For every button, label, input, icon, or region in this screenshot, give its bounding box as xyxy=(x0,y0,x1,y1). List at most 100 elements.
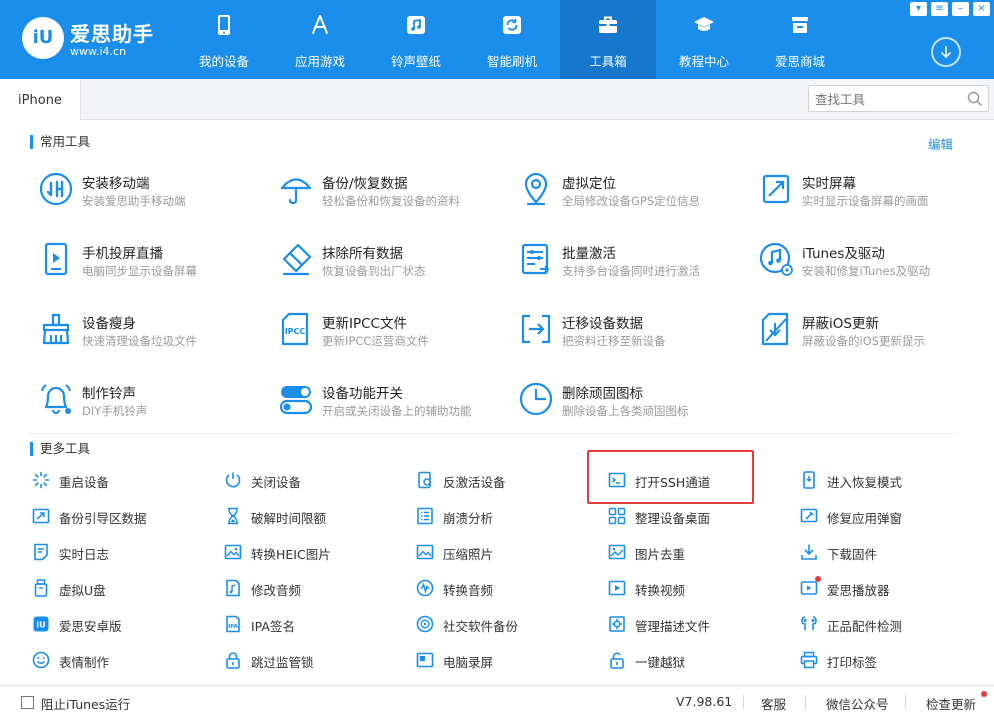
nav-smart-flash[interactable]: 智能刷机 xyxy=(464,0,560,79)
tool-dedupe-images[interactable]: 图片去重 xyxy=(608,540,778,564)
tool-feature-toggle[interactable]: 设备功能开关 开启或关闭设备上的辅助功能 xyxy=(278,376,513,432)
nav-store[interactable]: 爱思商城 xyxy=(752,0,848,79)
app-url: www.i4.cn xyxy=(70,45,127,58)
nav-my-device[interactable]: 我的设备 xyxy=(176,0,272,79)
tool-i4-android[interactable]: iU 爱思安卓版 xyxy=(32,612,202,636)
tool-open-ssh[interactable]: 打开SSH通道 xyxy=(608,468,778,492)
tool-one-click-jailbreak[interactable]: 一键越狱 xyxy=(608,648,778,672)
check-update-link[interactable]: 检查更新 xyxy=(926,694,976,713)
i4-logo-icon: iU xyxy=(33,616,49,632)
tool-crash-analysis[interactable]: 崩溃分析 xyxy=(416,504,586,528)
close-button[interactable]: × xyxy=(973,2,990,16)
photo-icon xyxy=(416,544,434,560)
earphones-icon xyxy=(801,616,817,630)
menu-button[interactable]: ≡ xyxy=(931,2,948,16)
app-logo: iU 爱思助手 www.i4.cn xyxy=(22,15,172,65)
tool-make-ringtone[interactable]: 制作铃声 DIY手机铃声 xyxy=(38,376,273,432)
batch-activate-icon xyxy=(521,243,550,275)
minimize-button[interactable]: – xyxy=(952,2,969,16)
lock-icon xyxy=(226,652,240,669)
main-nav: 我的设备 应用游戏 铃声壁纸 智能刷机 工具箱 教程中心 爱思商城 xyxy=(176,0,848,79)
search-input[interactable] xyxy=(815,89,963,109)
tool-deactivate-device[interactable]: 反激活设备 xyxy=(416,468,586,492)
tool-compress-photos[interactable]: 压缩照片 xyxy=(416,540,586,564)
tool-crack-screen-time[interactable]: 破解时间限额 xyxy=(224,504,394,528)
tool-migrate-data[interactable]: 迁移设备数据 把资料迁移至新设备 xyxy=(518,306,753,362)
profile-gear-icon xyxy=(609,616,625,632)
smile-icon xyxy=(32,651,50,669)
tool-screen-record[interactable]: 电脑录屏 xyxy=(416,648,586,672)
download-icon xyxy=(801,544,817,560)
tool-restart-device[interactable]: 重启设备 xyxy=(32,468,202,492)
wechat-link[interactable]: 微信公众号 xyxy=(826,694,889,713)
tool-convert-heic[interactable]: 转换HEIC图片 xyxy=(224,540,394,564)
tool-edit-audio[interactable]: 修改音频 xyxy=(224,576,394,600)
backup-boot-icon xyxy=(32,508,50,524)
live-screen-icon xyxy=(762,174,790,204)
tool-download-firmware[interactable]: 下载固件 xyxy=(800,540,970,564)
app-store-icon xyxy=(312,15,328,34)
tool-accessory-check[interactable]: 正品配件检测 xyxy=(800,612,970,636)
skin-button[interactable]: ▾ xyxy=(910,2,927,16)
tool-live-log[interactable]: 实时日志 xyxy=(32,540,202,564)
tool-device-cleanup[interactable]: 设备瘦身 快速清理设备垃圾文件 xyxy=(38,306,273,362)
tool-itunes-drivers[interactable]: iTunes及驱动 安装和修复iTunes及驱动 xyxy=(758,236,993,292)
tab-iphone[interactable]: iPhone xyxy=(0,79,81,120)
nav-toolbox[interactable]: 工具箱 xyxy=(560,0,656,79)
power-icon xyxy=(225,472,241,488)
nav-apps-games[interactable]: 应用游戏 xyxy=(272,0,368,79)
block-itunes-checkbox[interactable] xyxy=(21,696,34,709)
update-badge xyxy=(981,691,987,697)
tool-convert-video[interactable]: 转换视频 xyxy=(608,576,778,600)
download-button[interactable] xyxy=(931,37,961,67)
pie-clock-icon xyxy=(519,382,553,416)
tool-install-mobile[interactable]: 安装移动端 安装爱思助手移动端 xyxy=(38,166,273,222)
tool-print-label[interactable]: 打印标签 xyxy=(800,648,970,672)
hourglass-icon xyxy=(228,507,238,525)
tool-organize-desktop[interactable]: 整理设备桌面 xyxy=(608,504,778,528)
edit-link[interactable]: 编辑 xyxy=(928,134,953,153)
tool-manage-profiles[interactable]: 管理描述文件 xyxy=(608,612,778,636)
image-convert-icon xyxy=(224,544,242,560)
tool-social-backup[interactable]: 社交软件备份 xyxy=(416,612,586,636)
tool-convert-audio[interactable]: 转换音频 xyxy=(416,576,586,600)
tool-ipa-signing[interactable]: IPA IPA签名 xyxy=(224,612,394,636)
tool-block-ios-update[interactable]: 屏蔽iOS更新 屏蔽设备的iOS更新提示 xyxy=(758,306,993,362)
log-document-icon xyxy=(34,543,48,561)
repair-icon xyxy=(800,508,818,523)
location-pin-icon xyxy=(524,172,548,206)
tool-screen-mirroring[interactable]: 手机投屏直播 电脑同步显示设备屏幕 xyxy=(38,236,273,292)
arrow-down-icon xyxy=(940,46,952,59)
tool-skip-mdm-lock[interactable]: 跳过监管锁 xyxy=(224,648,394,672)
nav-tutorials[interactable]: 教程中心 xyxy=(656,0,752,79)
tool-fix-app-popup[interactable]: 修复应用弹窗 xyxy=(800,504,970,528)
new-badge xyxy=(815,576,821,582)
tool-remove-stubborn-icons[interactable]: 删除顽固图标 删除设备上各类顽固图标 xyxy=(518,376,753,432)
tool-make-emoji[interactable]: 表情制作 xyxy=(32,648,202,672)
unlock-icon xyxy=(610,652,624,669)
audio-wave-icon xyxy=(416,579,434,597)
tool-batch-activate[interactable]: 批量激活 支持多台设备同时进行激活 xyxy=(518,236,753,292)
svg-text:IPA: IPA xyxy=(228,624,239,630)
tool-update-ipcc[interactable]: IPCC 更新IPCC文件 更新IPCC运营商文件 xyxy=(278,306,513,362)
terminal-icon xyxy=(608,472,626,488)
loading-spinner-icon xyxy=(32,471,50,489)
tool-virtual-location[interactable]: 虚拟定位 全局修改设备GPS定位信息 xyxy=(518,166,753,222)
search-icon[interactable] xyxy=(967,91,983,107)
block-itunes-label[interactable]: 阻止iTunes运行 xyxy=(41,694,130,713)
customer-service-link[interactable]: 客服 xyxy=(761,694,786,713)
version-label: V7.98.61 xyxy=(676,694,733,709)
status-bar: 阻止iTunes运行 V7.98.61 客服 微信公众号 检查更新 xyxy=(0,685,994,715)
tool-backup-bootloader[interactable]: 备份引导区数据 xyxy=(32,504,202,528)
tool-live-screen[interactable]: 实时屏幕 实时显示设备屏幕的画面 xyxy=(758,166,993,222)
tool-i4-player[interactable]: 爱思播放器 xyxy=(800,576,970,600)
nav-ringtones-wallpapers[interactable]: 铃声壁纸 xyxy=(368,0,464,79)
eraser-icon xyxy=(282,243,312,276)
tool-shutdown-device[interactable]: 关闭设备 xyxy=(224,468,394,492)
screen-cast-icon xyxy=(44,242,68,276)
tool-backup-restore[interactable]: 备份/恢复数据 轻松备份和恢复设备的资料 xyxy=(278,166,513,222)
tool-recovery-mode[interactable]: 进入恢复模式 xyxy=(800,468,970,492)
section-divider xyxy=(30,433,956,434)
tool-virtual-usb[interactable]: 虚拟U盘 xyxy=(32,576,202,600)
tool-erase-data[interactable]: 抹除所有数据 恢复设备到出厂状态 xyxy=(278,236,513,292)
